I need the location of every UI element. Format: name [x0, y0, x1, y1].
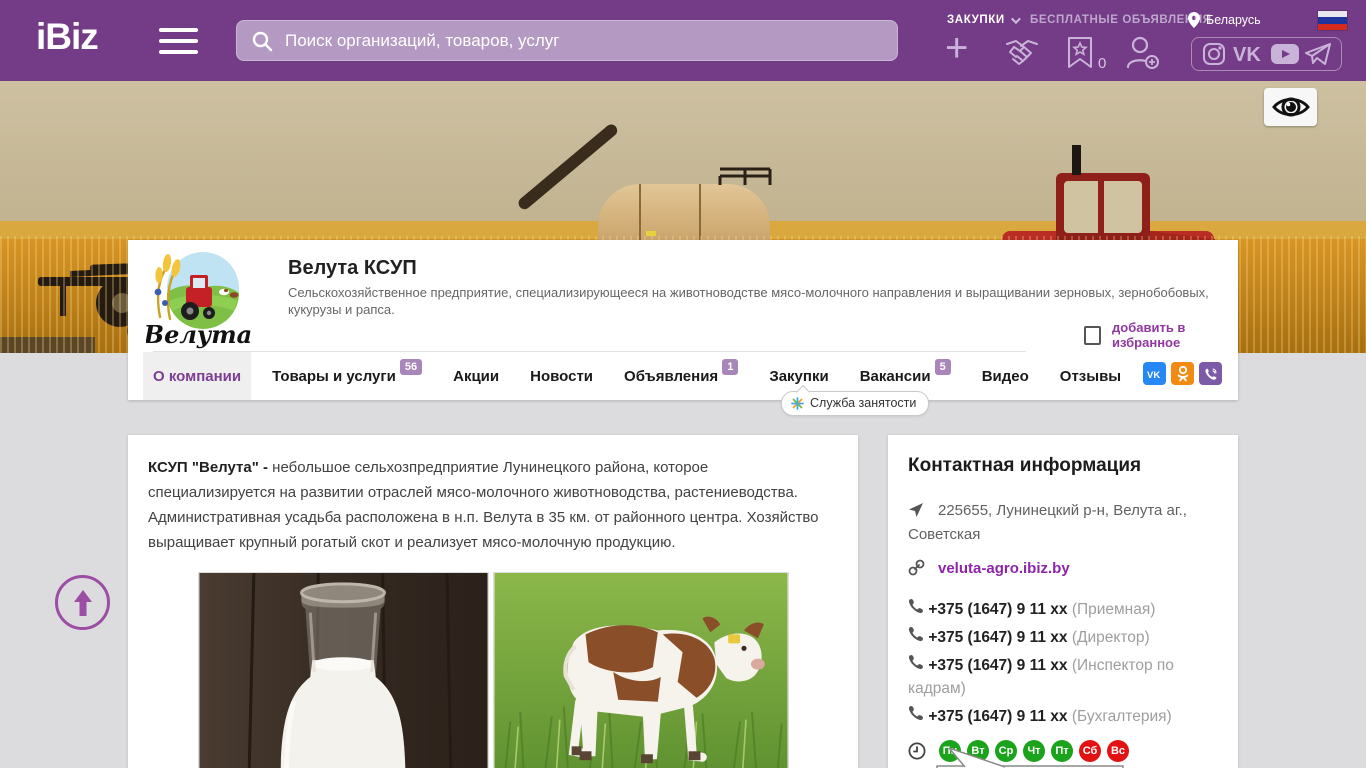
favorite-checkbox[interactable]	[1084, 325, 1102, 345]
phone-icon	[908, 706, 928, 725]
site-header: iBiz ЗАКУПКИ БЕСПЛАТНЫЕ ОБЪЯВЛЕНИЯ Белар…	[0, 0, 1366, 81]
about-lead: КСУП "Велута" -	[148, 459, 273, 476]
phone-icon	[908, 599, 928, 618]
youtube-icon[interactable]	[1270, 43, 1300, 65]
telegram-icon[interactable]	[1304, 42, 1331, 66]
login-user-add-icon[interactable]	[1124, 36, 1160, 75]
phone-row-accounting: +375 (1647) 9 11 xx (Бухгалтерия)	[908, 705, 1218, 728]
bookmarks-counter: 0	[1098, 55, 1107, 72]
partners-handshake-icon[interactable]	[1003, 38, 1041, 73]
company-card: Велута Велута КСУП Сельскохозяйственное …	[128, 240, 1238, 400]
tab-promotions[interactable]: Акции	[443, 352, 509, 400]
company-logo: Велута	[143, 245, 252, 350]
logo-script-text: Велута	[146, 320, 251, 349]
phone-label: (Директор)	[1071, 629, 1150, 646]
phone-label: (Приемная)	[1071, 601, 1156, 618]
about-paragraph: КСУП "Велута" - небольшое сельхозпредпри…	[148, 455, 838, 555]
phone-number[interactable]: +375 (1647) 9 11 xx	[928, 708, 1067, 725]
milk-bottle-photo[interactable]	[197, 572, 489, 768]
phone-number[interactable]: +375 (1647) 9 11 xx	[928, 629, 1067, 646]
svg-text:VK: VK	[1233, 44, 1261, 65]
address-text: 225655, Лунинецкий р-н, Велута аг., Сове…	[908, 502, 1187, 543]
website-link[interactable]: veluta-agro.ibiz.by	[938, 560, 1070, 577]
company-name: Велута КСУП	[288, 257, 417, 279]
link-chain-icon	[908, 559, 938, 582]
phone-row-reception: +375 (1647) 9 11 xx (Приемная)	[908, 598, 1218, 621]
day-wednesday[interactable]: Ср	[995, 740, 1017, 762]
company-photos	[148, 572, 838, 768]
tab-vacancies-badge: 5	[934, 359, 951, 375]
company-social-buttons: VK	[1143, 362, 1222, 385]
phone-label: (Бухгалтерия)	[1071, 708, 1172, 725]
calf-photo[interactable]	[492, 572, 789, 768]
ibiz-logo[interactable]: iBiz	[36, 16, 99, 58]
employment-service-icon	[791, 396, 804, 410]
ok-button[interactable]	[1171, 362, 1194, 385]
phone-number[interactable]: +375 (1647) 9 11 xx	[928, 601, 1067, 618]
company-description: Сельскохозяйственное предприятие, специа…	[288, 285, 1209, 317]
contact-info-card: Контактная информация 225655, Лунинецкий…	[888, 435, 1238, 768]
phone-icon	[908, 655, 928, 674]
day-sunday[interactable]: Вс	[1107, 740, 1129, 762]
address-row: 225655, Лунинецкий р-н, Велута аг., Сове…	[908, 500, 1218, 545]
working-hours-row: Пн Вт Ср Чт Пт Сб Вс	[908, 740, 1218, 762]
tab-news[interactable]: Новости	[520, 352, 603, 400]
vk-icon[interactable]: VK	[1231, 43, 1265, 65]
add-company-plus-icon[interactable]: +	[945, 28, 968, 68]
phone-icon	[908, 627, 928, 646]
day-saturday[interactable]: Сб	[1079, 740, 1101, 762]
weekday-badges: Пн Вт Ср Чт Пт Сб Вс	[939, 740, 1129, 762]
arrow-up-icon	[73, 589, 92, 616]
vk-button[interactable]: VK	[1143, 362, 1166, 385]
svg-text:VK: VK	[1147, 370, 1160, 379]
search-input[interactable]	[285, 30, 883, 51]
day-thursday[interactable]: Чт	[1023, 740, 1045, 762]
tab-about[interactable]: О компании	[143, 352, 252, 400]
hamburger-menu-icon[interactable]	[159, 28, 198, 55]
location-pin-icon	[1188, 12, 1200, 28]
nav-purchases[interactable]: ЗАКУПКИ	[947, 13, 1021, 26]
accessibility-eye-button[interactable]	[1264, 88, 1317, 126]
tab-reviews[interactable]: Отзывы	[1050, 352, 1131, 400]
instagram-icon[interactable]	[1202, 42, 1226, 66]
day-friday[interactable]: Пт	[1051, 740, 1073, 762]
day-monday[interactable]: Пн	[939, 740, 961, 762]
tab-video[interactable]: Видео	[972, 352, 1039, 400]
viber-button[interactable]	[1199, 362, 1222, 385]
about-company-card: КСУП "Велута" - небольшое сельхозпредпри…	[128, 435, 858, 768]
phone-row-hr-inspector: +375 (1647) 9 11 xx (Инспектор по кадрам…	[908, 654, 1218, 700]
tab-ads[interactable]: Объявления 1	[614, 352, 748, 400]
language-flag-russian[interactable]	[1318, 11, 1347, 30]
phone-row-director: +375 (1647) 9 11 xx (Директор)	[908, 626, 1218, 649]
employment-service-tooltip: Служба занятости	[781, 391, 930, 416]
website-row: veluta-agro.ibiz.by	[908, 558, 1218, 582]
tab-products-badge: 56	[399, 359, 423, 375]
chevron-down-icon	[1010, 13, 1021, 24]
bookmark-star-icon[interactable]	[1066, 36, 1094, 75]
header-social-links: VK	[1191, 37, 1342, 71]
clock-icon	[908, 742, 926, 760]
contact-title: Контактная информация	[908, 455, 1142, 476]
day-tuesday[interactable]: Вт	[967, 740, 989, 762]
phone-number[interactable]: +375 (1647) 9 11 xx	[928, 657, 1067, 674]
company-tabs: О компании Товары и услуги 56 Акции Новос…	[143, 352, 1142, 400]
page: iBiz ЗАКУПКИ БЕСПЛАТНЫЕ ОБЪЯВЛЕНИЯ Белар…	[0, 0, 1366, 768]
nav-location[interactable]: Беларусь	[1188, 12, 1261, 28]
nav-free-ads[interactable]: БЕСПЛАТНЫЕ ОБЪЯВЛЕНИЯ	[1030, 14, 1212, 26]
tab-ads-badge: 1	[722, 359, 739, 375]
add-to-favorites[interactable]: добавить в избранное	[1084, 320, 1238, 350]
tab-products[interactable]: Товары и услуги 56	[262, 352, 432, 400]
navigation-arrow-icon	[908, 502, 938, 524]
scroll-to-top-button[interactable]	[55, 575, 110, 630]
search-icon	[252, 31, 273, 51]
favorite-label[interactable]: добавить в избранное	[1112, 320, 1238, 350]
search-bar	[236, 20, 898, 61]
